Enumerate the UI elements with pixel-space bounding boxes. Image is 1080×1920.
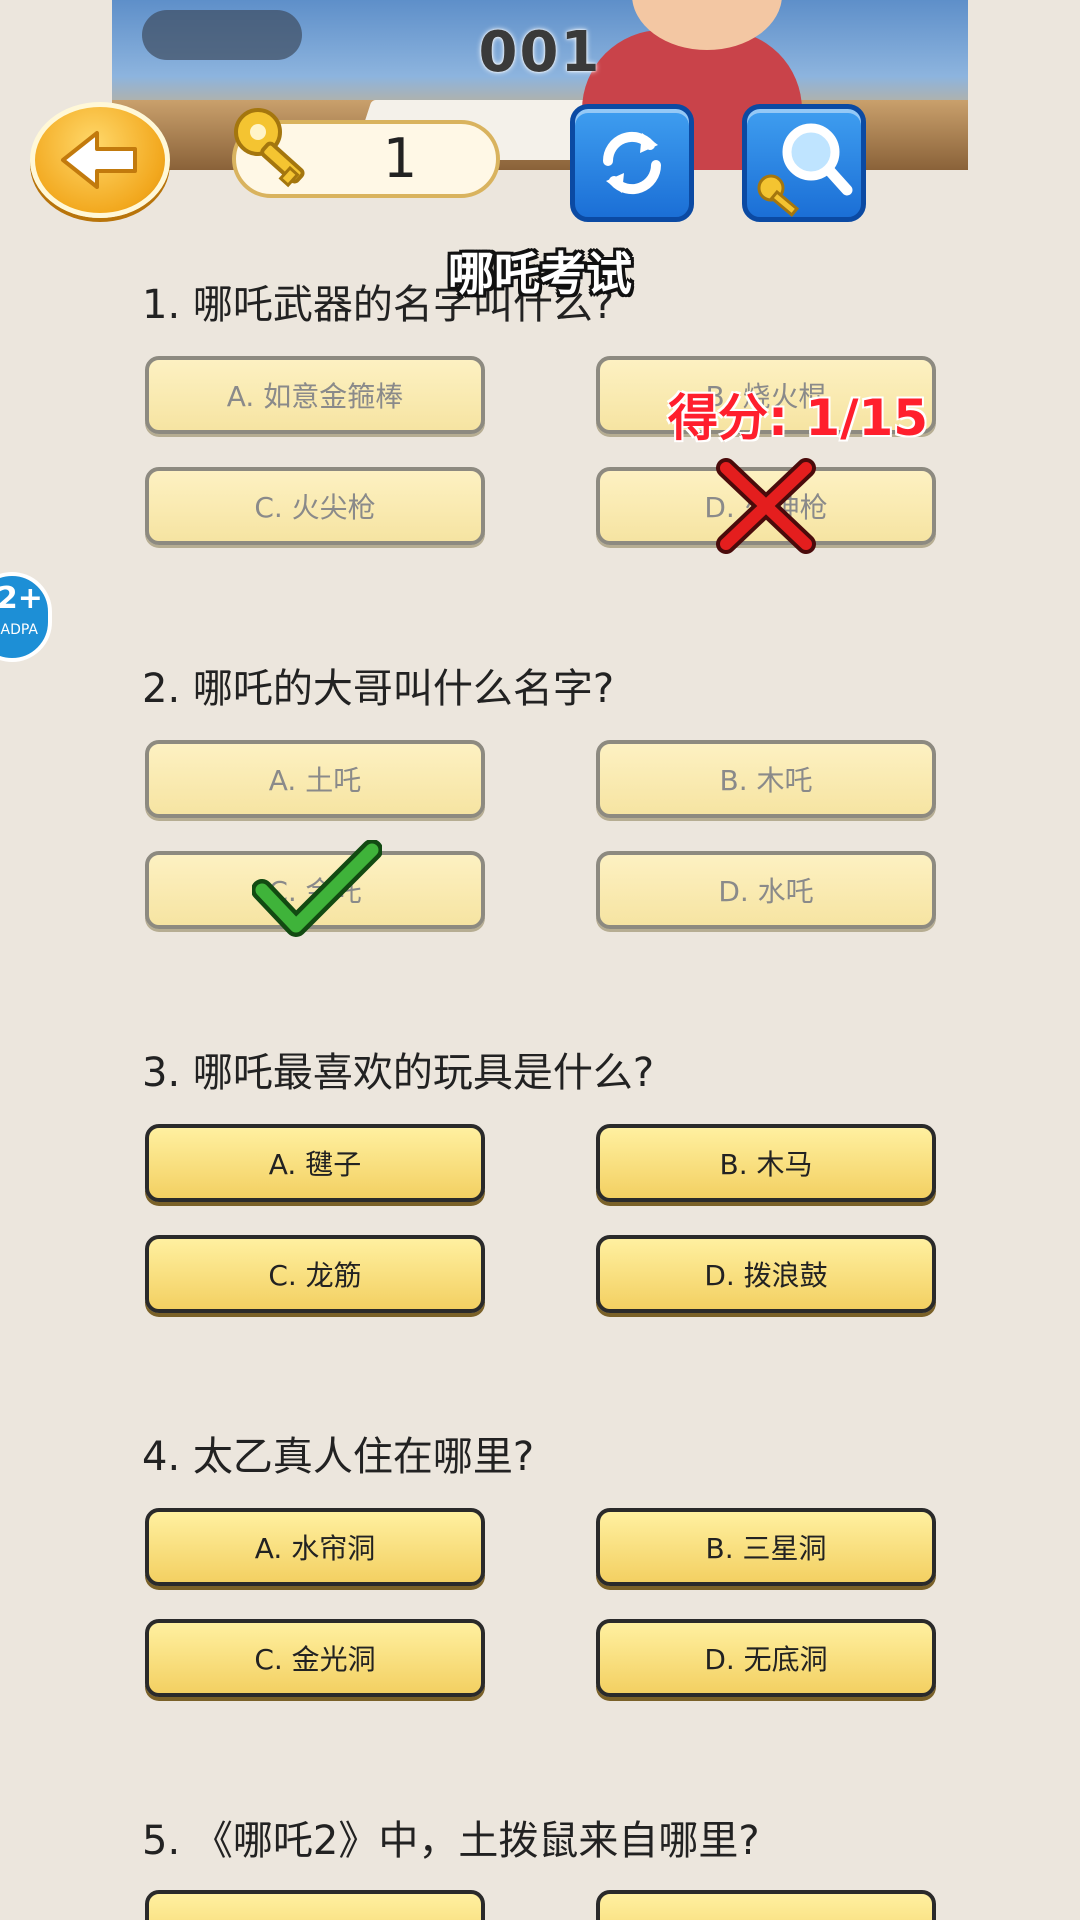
- q2-option-b[interactable]: B. 木吒: [596, 740, 936, 818]
- q5-option-b[interactable]: [596, 1890, 936, 1920]
- score-display: 得分: 1/15: [668, 389, 929, 447]
- q2-option-d[interactable]: D. 水吒: [596, 851, 936, 929]
- refresh-button[interactable]: [570, 104, 694, 222]
- q1-option-c[interactable]: C. 火尖枪: [145, 467, 485, 545]
- green-check-icon: [252, 840, 382, 937]
- back-button[interactable]: [30, 102, 170, 218]
- age-rating-label: 12+: [0, 581, 43, 616]
- q4-option-a[interactable]: A. 水帘洞: [145, 1508, 485, 1586]
- age-rating-sub: CADPA: [0, 622, 38, 638]
- age-rating-badge: 12+ CADPA: [0, 572, 52, 662]
- level-number: 001: [478, 20, 602, 85]
- q4-option-b[interactable]: B. 三星洞: [596, 1508, 936, 1586]
- q3-option-d[interactable]: D. 拨浪鼓: [596, 1235, 936, 1313]
- hint-button[interactable]: [742, 104, 866, 222]
- q3-option-a[interactable]: A. 毽子: [145, 1124, 485, 1202]
- q4-option-d[interactable]: D. 无底洞: [596, 1619, 936, 1697]
- q3-option-c[interactable]: C. 龙筋: [145, 1235, 485, 1313]
- key-icon: [234, 108, 305, 188]
- q5-option-a[interactable]: [145, 1890, 485, 1920]
- back-arrow-icon: [61, 131, 137, 189]
- q2-option-a[interactable]: A. 土吒: [145, 740, 485, 818]
- q3-option-b[interactable]: B. 木马: [596, 1124, 936, 1202]
- question-2: 2. 哪吒的大哥叫什么名字?: [142, 666, 615, 712]
- q1-option-a[interactable]: A. 如意金箍棒: [145, 356, 485, 434]
- red-cross-icon: [716, 458, 816, 554]
- magnifier-key-icon: [757, 123, 853, 217]
- question-5: 5. 《哪吒2》中，土拨鼠来自哪里?: [142, 1818, 760, 1864]
- q4-option-c[interactable]: C. 金光洞: [145, 1619, 485, 1697]
- question-3: 3. 哪吒最喜欢的玩具是什么?: [142, 1050, 655, 1096]
- quiz-title: 哪吒考试: [448, 247, 632, 301]
- refresh-icon: [602, 131, 662, 195]
- question-4: 4. 太乙真人住在哪里?: [142, 1434, 535, 1480]
- key-count: 1: [382, 127, 418, 190]
